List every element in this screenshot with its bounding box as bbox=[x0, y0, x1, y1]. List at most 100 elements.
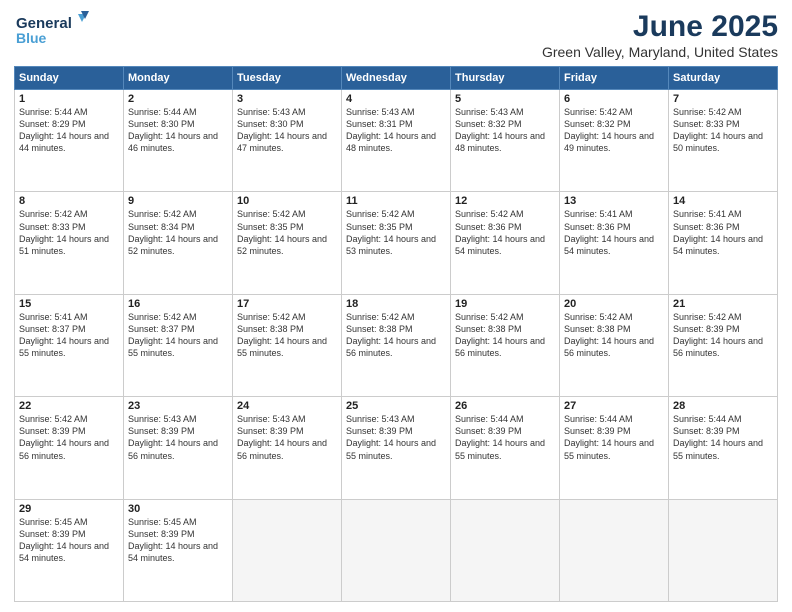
calendar-cell: 29 Sunrise: 5:45 AM Sunset: 8:39 PM Dayl… bbox=[15, 499, 124, 601]
calendar-cell: 20 Sunrise: 5:42 AM Sunset: 8:38 PM Dayl… bbox=[560, 294, 669, 396]
col-sunday: Sunday bbox=[15, 67, 124, 90]
day-number: 3 bbox=[237, 93, 337, 105]
calendar-row: 15 Sunrise: 5:41 AM Sunset: 8:37 PM Dayl… bbox=[15, 294, 778, 396]
calendar-cell: 19 Sunrise: 5:42 AM Sunset: 8:38 PM Dayl… bbox=[451, 294, 560, 396]
col-monday: Monday bbox=[124, 67, 233, 90]
calendar-cell: 7 Sunrise: 5:42 AM Sunset: 8:33 PM Dayli… bbox=[669, 90, 778, 192]
calendar-cell: 6 Sunrise: 5:42 AM Sunset: 8:32 PM Dayli… bbox=[560, 90, 669, 192]
svg-text:Blue: Blue bbox=[16, 30, 47, 46]
calendar-cell bbox=[342, 499, 451, 601]
calendar-cell bbox=[451, 499, 560, 601]
day-number: 28 bbox=[673, 400, 773, 412]
calendar-cell bbox=[669, 499, 778, 601]
calendar-cell: 8 Sunrise: 5:42 AM Sunset: 8:33 PM Dayli… bbox=[15, 192, 124, 294]
day-number: 9 bbox=[128, 195, 228, 207]
calendar-cell: 24 Sunrise: 5:43 AM Sunset: 8:39 PM Dayl… bbox=[233, 397, 342, 499]
col-saturday: Saturday bbox=[669, 67, 778, 90]
day-number: 6 bbox=[564, 93, 664, 105]
calendar-row: 1 Sunrise: 5:44 AM Sunset: 8:29 PM Dayli… bbox=[15, 90, 778, 192]
day-number: 21 bbox=[673, 298, 773, 310]
day-number: 4 bbox=[346, 93, 446, 105]
logo: General Blue bbox=[14, 10, 94, 50]
calendar-cell: 21 Sunrise: 5:42 AM Sunset: 8:39 PM Dayl… bbox=[669, 294, 778, 396]
day-info: Sunrise: 5:42 AM Sunset: 8:38 PM Dayligh… bbox=[346, 311, 446, 360]
day-number: 12 bbox=[455, 195, 555, 207]
calendar-cell: 17 Sunrise: 5:42 AM Sunset: 8:38 PM Dayl… bbox=[233, 294, 342, 396]
month-title: June 2025 bbox=[542, 10, 778, 44]
day-info: Sunrise: 5:43 AM Sunset: 8:39 PM Dayligh… bbox=[237, 413, 337, 462]
day-number: 27 bbox=[564, 400, 664, 412]
calendar-cell: 12 Sunrise: 5:42 AM Sunset: 8:36 PM Dayl… bbox=[451, 192, 560, 294]
calendar-cell: 9 Sunrise: 5:42 AM Sunset: 8:34 PM Dayli… bbox=[124, 192, 233, 294]
day-info: Sunrise: 5:44 AM Sunset: 8:39 PM Dayligh… bbox=[455, 413, 555, 462]
calendar-cell: 10 Sunrise: 5:42 AM Sunset: 8:35 PM Dayl… bbox=[233, 192, 342, 294]
day-info: Sunrise: 5:42 AM Sunset: 8:38 PM Dayligh… bbox=[455, 311, 555, 360]
calendar-cell: 18 Sunrise: 5:42 AM Sunset: 8:38 PM Dayl… bbox=[342, 294, 451, 396]
day-info: Sunrise: 5:41 AM Sunset: 8:37 PM Dayligh… bbox=[19, 311, 119, 360]
day-info: Sunrise: 5:43 AM Sunset: 8:32 PM Dayligh… bbox=[455, 106, 555, 155]
calendar-cell: 14 Sunrise: 5:41 AM Sunset: 8:36 PM Dayl… bbox=[669, 192, 778, 294]
calendar: Sunday Monday Tuesday Wednesday Thursday… bbox=[14, 66, 778, 602]
day-number: 13 bbox=[564, 195, 664, 207]
calendar-cell: 2 Sunrise: 5:44 AM Sunset: 8:30 PM Dayli… bbox=[124, 90, 233, 192]
title-block: June 2025 Green Valley, Maryland, United… bbox=[542, 10, 778, 60]
calendar-cell: 26 Sunrise: 5:44 AM Sunset: 8:39 PM Dayl… bbox=[451, 397, 560, 499]
calendar-cell: 15 Sunrise: 5:41 AM Sunset: 8:37 PM Dayl… bbox=[15, 294, 124, 396]
day-number: 2 bbox=[128, 93, 228, 105]
day-info: Sunrise: 5:43 AM Sunset: 8:31 PM Dayligh… bbox=[346, 106, 446, 155]
day-number: 5 bbox=[455, 93, 555, 105]
day-number: 17 bbox=[237, 298, 337, 310]
header: General Blue June 2025 Green Valley, Mar… bbox=[14, 10, 778, 60]
day-info: Sunrise: 5:45 AM Sunset: 8:39 PM Dayligh… bbox=[128, 516, 228, 565]
day-info: Sunrise: 5:44 AM Sunset: 8:39 PM Dayligh… bbox=[673, 413, 773, 462]
day-info: Sunrise: 5:42 AM Sunset: 8:35 PM Dayligh… bbox=[346, 208, 446, 257]
day-number: 7 bbox=[673, 93, 773, 105]
day-number: 22 bbox=[19, 400, 119, 412]
day-number: 15 bbox=[19, 298, 119, 310]
day-number: 26 bbox=[455, 400, 555, 412]
day-number: 18 bbox=[346, 298, 446, 310]
day-info: Sunrise: 5:42 AM Sunset: 8:32 PM Dayligh… bbox=[564, 106, 664, 155]
calendar-cell: 22 Sunrise: 5:42 AM Sunset: 8:39 PM Dayl… bbox=[15, 397, 124, 499]
calendar-cell: 13 Sunrise: 5:41 AM Sunset: 8:36 PM Dayl… bbox=[560, 192, 669, 294]
day-info: Sunrise: 5:42 AM Sunset: 8:39 PM Dayligh… bbox=[673, 311, 773, 360]
day-number: 1 bbox=[19, 93, 119, 105]
calendar-cell: 23 Sunrise: 5:43 AM Sunset: 8:39 PM Dayl… bbox=[124, 397, 233, 499]
day-info: Sunrise: 5:41 AM Sunset: 8:36 PM Dayligh… bbox=[673, 208, 773, 257]
logo-svg: General Blue bbox=[14, 10, 94, 50]
day-number: 8 bbox=[19, 195, 119, 207]
day-info: Sunrise: 5:42 AM Sunset: 8:36 PM Dayligh… bbox=[455, 208, 555, 257]
day-info: Sunrise: 5:42 AM Sunset: 8:38 PM Dayligh… bbox=[237, 311, 337, 360]
calendar-cell: 3 Sunrise: 5:43 AM Sunset: 8:30 PM Dayli… bbox=[233, 90, 342, 192]
col-thursday: Thursday bbox=[451, 67, 560, 90]
day-number: 23 bbox=[128, 400, 228, 412]
day-number: 10 bbox=[237, 195, 337, 207]
day-info: Sunrise: 5:45 AM Sunset: 8:39 PM Dayligh… bbox=[19, 516, 119, 565]
day-number: 14 bbox=[673, 195, 773, 207]
day-info: Sunrise: 5:42 AM Sunset: 8:34 PM Dayligh… bbox=[128, 208, 228, 257]
day-number: 30 bbox=[128, 503, 228, 515]
day-info: Sunrise: 5:44 AM Sunset: 8:29 PM Dayligh… bbox=[19, 106, 119, 155]
day-info: Sunrise: 5:41 AM Sunset: 8:36 PM Dayligh… bbox=[564, 208, 664, 257]
calendar-row: 22 Sunrise: 5:42 AM Sunset: 8:39 PM Dayl… bbox=[15, 397, 778, 499]
calendar-cell: 25 Sunrise: 5:43 AM Sunset: 8:39 PM Dayl… bbox=[342, 397, 451, 499]
calendar-cell bbox=[233, 499, 342, 601]
calendar-cell: 5 Sunrise: 5:43 AM Sunset: 8:32 PM Dayli… bbox=[451, 90, 560, 192]
day-number: 11 bbox=[346, 195, 446, 207]
day-number: 16 bbox=[128, 298, 228, 310]
day-number: 29 bbox=[19, 503, 119, 515]
day-info: Sunrise: 5:42 AM Sunset: 8:38 PM Dayligh… bbox=[564, 311, 664, 360]
calendar-header-row: Sunday Monday Tuesday Wednesday Thursday… bbox=[15, 67, 778, 90]
day-info: Sunrise: 5:42 AM Sunset: 8:39 PM Dayligh… bbox=[19, 413, 119, 462]
col-wednesday: Wednesday bbox=[342, 67, 451, 90]
day-info: Sunrise: 5:42 AM Sunset: 8:33 PM Dayligh… bbox=[19, 208, 119, 257]
col-friday: Friday bbox=[560, 67, 669, 90]
calendar-cell: 28 Sunrise: 5:44 AM Sunset: 8:39 PM Dayl… bbox=[669, 397, 778, 499]
col-tuesday: Tuesday bbox=[233, 67, 342, 90]
calendar-row: 29 Sunrise: 5:45 AM Sunset: 8:39 PM Dayl… bbox=[15, 499, 778, 601]
day-info: Sunrise: 5:43 AM Sunset: 8:30 PM Dayligh… bbox=[237, 106, 337, 155]
calendar-cell bbox=[560, 499, 669, 601]
day-number: 24 bbox=[237, 400, 337, 412]
calendar-cell: 11 Sunrise: 5:42 AM Sunset: 8:35 PM Dayl… bbox=[342, 192, 451, 294]
day-info: Sunrise: 5:42 AM Sunset: 8:37 PM Dayligh… bbox=[128, 311, 228, 360]
